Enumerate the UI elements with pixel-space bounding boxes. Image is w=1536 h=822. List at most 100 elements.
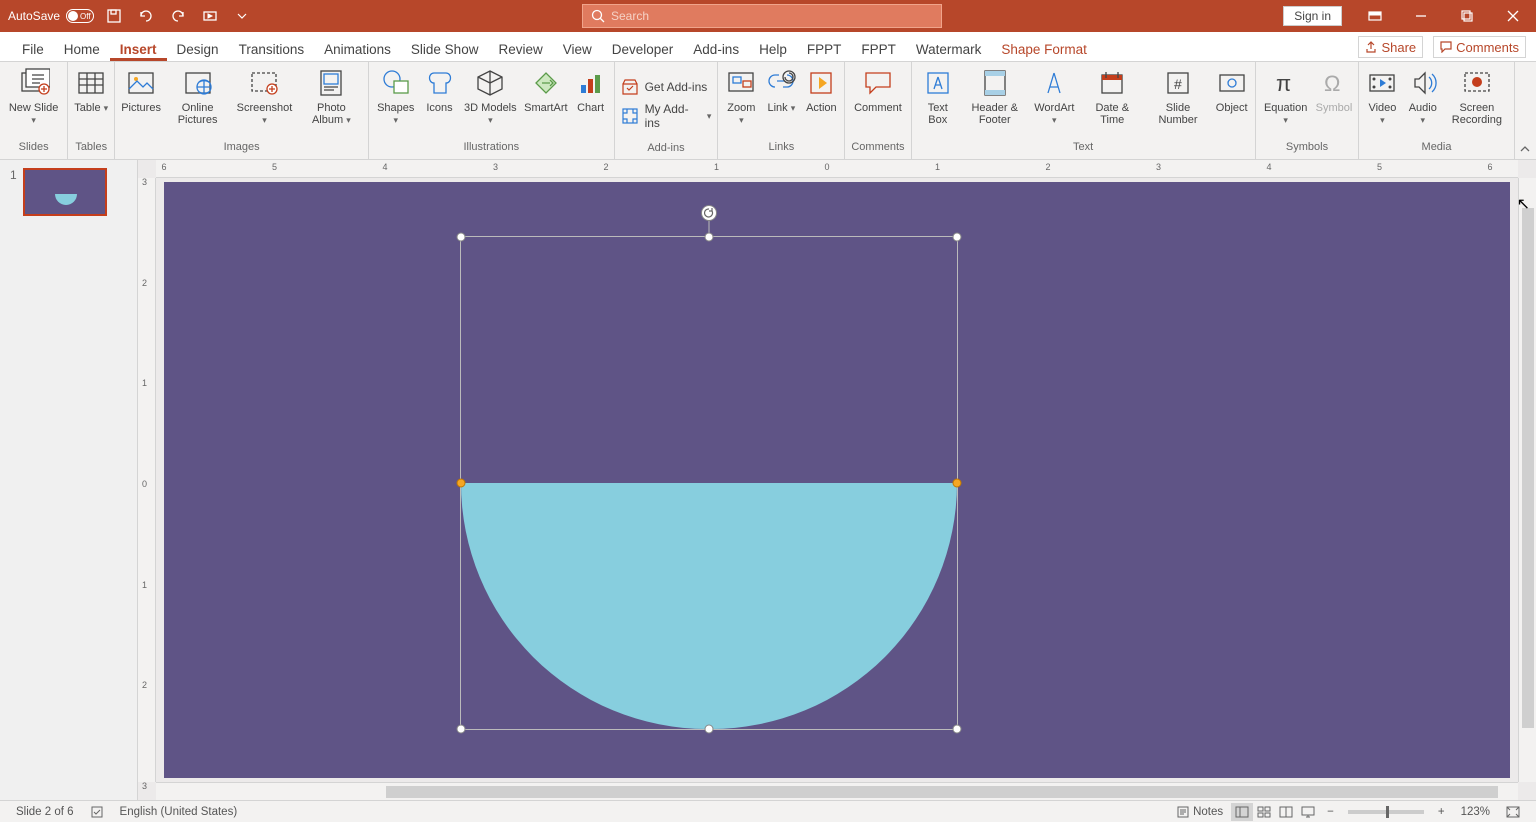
- tab-design[interactable]: Design: [167, 36, 229, 61]
- chart-button[interactable]: Chart: [574, 66, 608, 114]
- slideshow-view-icon[interactable]: [1297, 803, 1319, 821]
- language-status[interactable]: English (United States): [112, 806, 246, 818]
- object-button[interactable]: Object: [1215, 66, 1249, 114]
- smartart-button[interactable]: SmartArt: [524, 66, 567, 114]
- screenshot-button[interactable]: Screenshot ▾: [234, 66, 295, 126]
- ribbon-group-links: Zoom ▾Link ▾ActionLinks: [718, 62, 845, 159]
- screen-recording-button[interactable]: Screen Recording: [1446, 66, 1508, 126]
- comments-button[interactable]: Comments: [1433, 36, 1526, 58]
- ruler-tick: 5: [272, 162, 277, 172]
- slide-canvas[interactable]: [164, 182, 1510, 778]
- online-pictures-button[interactable]: Online Pictures: [167, 66, 228, 126]
- close-icon[interactable]: [1490, 0, 1536, 32]
- undo-icon[interactable]: [134, 4, 158, 28]
- tab-watermark[interactable]: Watermark: [906, 36, 992, 61]
- resize-handle-nw[interactable]: [457, 232, 466, 241]
- spellcheck-icon[interactable]: [82, 805, 112, 819]
- normal-view-icon[interactable]: [1231, 803, 1253, 821]
- search-box[interactable]: [582, 4, 942, 28]
- fit-to-window-icon[interactable]: [1498, 806, 1528, 818]
- share-button[interactable]: Share: [1358, 36, 1423, 58]
- tab-fppt[interactable]: FPPT: [851, 36, 906, 61]
- tab-transitions[interactable]: Transitions: [229, 36, 315, 61]
- slide-number-button[interactable]: #Slide Number: [1147, 66, 1208, 126]
- scrollbar-thumb[interactable]: [386, 786, 1498, 798]
- resize-handle-sw[interactable]: [457, 725, 466, 734]
- zoom-level[interactable]: 123%: [1453, 806, 1498, 818]
- shapes-button[interactable]: Shapes ▾: [375, 66, 417, 126]
- tab-animations[interactable]: Animations: [314, 36, 401, 61]
- new-slide-button[interactable]: New Slide ▾: [6, 66, 61, 126]
- ribbon-display-options-icon[interactable]: [1352, 0, 1398, 32]
- audio-button[interactable]: Audio ▾: [1406, 66, 1440, 126]
- date-time-button[interactable]: Date & Time: [1083, 66, 1141, 126]
- slide-thumbnail[interactable]: [23, 168, 107, 216]
- collapse-ribbon-icon[interactable]: [1515, 62, 1536, 159]
- tab-insert[interactable]: Insert: [110, 36, 167, 61]
- half-circle-shape[interactable]: [461, 483, 957, 729]
- reading-view-icon[interactable]: [1275, 803, 1297, 821]
- equation-button[interactable]: πEquation ▾: [1262, 66, 1310, 126]
- tab-file[interactable]: File: [12, 36, 54, 61]
- slide-counter[interactable]: Slide 2 of 6: [8, 806, 82, 818]
- tab-view[interactable]: View: [553, 36, 602, 61]
- notes-button[interactable]: Notes: [1169, 806, 1231, 818]
- svg-text:#: #: [1174, 76, 1182, 92]
- adjust-handle-left[interactable]: [457, 478, 466, 487]
- text-box-button[interactable]: Text Box: [918, 66, 958, 126]
- autosave-toggle[interactable]: AutoSave Off: [8, 9, 94, 23]
- icons-button[interactable]: Icons: [423, 66, 457, 114]
- start-from-beginning-icon[interactable]: [198, 4, 222, 28]
- slide-sorter-view-icon[interactable]: [1253, 803, 1275, 821]
- tab-developer[interactable]: Developer: [602, 36, 684, 61]
- tab-review[interactable]: Review: [488, 36, 552, 61]
- zoom-out-button[interactable]: −: [1319, 806, 1342, 818]
- canvas-area[interactable]: 6543210123456 3210123: [138, 160, 1536, 800]
- rotation-handle[interactable]: [701, 205, 717, 221]
- slide-thumb-1[interactable]: 1: [10, 168, 127, 216]
- search-input[interactable]: [611, 9, 933, 23]
- adjust-handle-right[interactable]: [953, 478, 962, 487]
- customize-qat-icon[interactable]: [230, 4, 254, 28]
- resize-handle-s[interactable]: [705, 725, 714, 734]
- tab-home[interactable]: Home: [54, 36, 110, 61]
- group-label: Slides: [19, 141, 49, 157]
- slide-panel[interactable]: 1: [0, 160, 138, 800]
- save-icon[interactable]: [102, 4, 126, 28]
- maximize-icon[interactable]: [1444, 0, 1490, 32]
- comment-button[interactable]: Comment: [854, 66, 902, 114]
- resize-handle-ne[interactable]: [953, 232, 962, 241]
- tab-add-ins[interactable]: Add-ins: [683, 36, 749, 61]
- photo-album-button[interactable]: Photo Album ▾: [301, 66, 362, 126]
- chart-icon: [574, 66, 608, 100]
- video-button[interactable]: Video ▾: [1365, 66, 1399, 126]
- minimize-icon[interactable]: [1398, 0, 1444, 32]
- table-button[interactable]: Table ▾: [74, 66, 108, 114]
- tab-shape-format[interactable]: Shape Format: [991, 36, 1097, 61]
- resize-handle-se[interactable]: [953, 725, 962, 734]
- store-button[interactable]: Get Add-ins: [621, 78, 712, 96]
- zoom-slider[interactable]: [1348, 810, 1424, 814]
- action-button[interactable]: Action: [804, 66, 838, 114]
- group-label: Symbols: [1286, 141, 1328, 157]
- selection-box[interactable]: [460, 236, 958, 731]
- wordart-button[interactable]: WordArt ▾: [1031, 66, 1077, 126]
- sign-in-button[interactable]: Sign in: [1283, 6, 1342, 26]
- tab-slide-show[interactable]: Slide Show: [401, 36, 489, 61]
- tab-help[interactable]: Help: [749, 36, 797, 61]
- link-button[interactable]: Link ▾: [764, 66, 798, 114]
- tab-fppt[interactable]: FPPT: [797, 36, 852, 61]
- ruler-tick: 0: [142, 479, 147, 489]
- scrollbar-thumb[interactable]: [1522, 208, 1534, 728]
- redo-icon[interactable]: [166, 4, 190, 28]
- zoom-in-button[interactable]: +: [1430, 806, 1453, 818]
- myaddins-button[interactable]: My Add-ins▾: [621, 102, 712, 130]
- pictures-button[interactable]: Pictures: [121, 66, 161, 114]
- ruler-tick: 3: [493, 162, 498, 172]
- horizontal-scrollbar[interactable]: [156, 782, 1518, 800]
- 3d-models-button[interactable]: 3D Models ▾: [463, 66, 519, 126]
- vertical-scrollbar[interactable]: [1518, 178, 1536, 782]
- resize-handle-n[interactable]: [705, 232, 714, 241]
- header-footer-button[interactable]: Header & Footer: [964, 66, 1025, 126]
- zoom-button[interactable]: Zoom ▾: [724, 66, 758, 126]
